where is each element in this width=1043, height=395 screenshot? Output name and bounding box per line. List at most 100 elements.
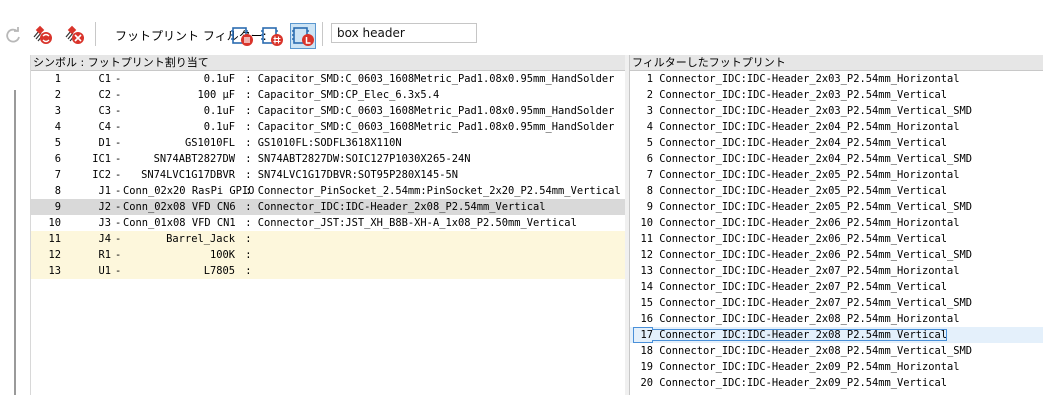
symbol-row-number: 1 xyxy=(54,73,61,85)
symbol-row[interactable]: 5 D1- GS1010FL : GS1010FL:SODFL3618X110N xyxy=(31,135,625,151)
symbol-value: SN74LVC1G17DBVR xyxy=(141,169,235,181)
footprint-row[interactable]: 12 Connector_IDC:IDC-Header_2x06_P2.54mm… xyxy=(630,247,1043,263)
footprint-row-content: 13 Connector_IDC:IDC-Header_2x07_P2.54mm… xyxy=(633,265,960,277)
footprint-name: Connector_IDC:IDC-Header_2x06_P2.54mm_Ho… xyxy=(659,217,960,229)
footprint-row[interactable]: 4 Connector_IDC:IDC-Header_2x04_P2.54mm_… xyxy=(630,119,1043,135)
footprint-row[interactable]: 14 Connector_IDC:IDC-Header_2x07_P2.54mm… xyxy=(630,279,1043,295)
symbols-panel-title: シンボル : フットプリント割り当て xyxy=(31,55,625,71)
symbol-value: L7805 xyxy=(203,265,235,277)
symbol-reference: C2 xyxy=(98,89,111,101)
footprint-row-content: 18 Connector_IDC:IDC-Header_2x08_P2.54mm… xyxy=(633,345,972,357)
symbol-row[interactable]: 12 R1-100K : xyxy=(31,247,625,263)
footprint-row[interactable]: 15 Connector_IDC:IDC-Header_2x07_P2.54mm… xyxy=(630,295,1043,311)
symbol-row[interactable]: 13 U1- L7805 : xyxy=(31,263,625,279)
assignment-separator: : xyxy=(239,121,258,133)
assignment-separator: : xyxy=(239,217,258,229)
symbol-row[interactable]: 7 IC2- SN74LVC1G17DBVR : SN74LVC1G17DBVR:S… xyxy=(31,167,625,183)
footprint-row[interactable]: 1 Connector_IDC:IDC-Header_2x03_P2.54mm_… xyxy=(630,71,1043,87)
footprint-row[interactable]: 13 Connector_IDC:IDC-Header_2x07_P2.54mm… xyxy=(630,263,1043,279)
footprint-filter-input[interactable] xyxy=(331,23,477,43)
footprint-row[interactable]: 6 Connector_IDC:IDC-Header_2x04_P2.54mm_… xyxy=(630,151,1043,167)
footprint-row[interactable]: 8 Connector_IDC:IDC-Header_2x05_P2.54mm_… xyxy=(630,183,1043,199)
assignment-separator: : xyxy=(239,185,258,197)
symbol-footprint-assignment: : xyxy=(239,263,251,279)
symbol-row[interactable]: 1 C1-0.1uF : Capacitor_SMD:C_0603_1608Met… xyxy=(31,71,625,87)
footprint-row[interactable]: 2 Connector_IDC:IDC-Header_2x03_P2.54mm_… xyxy=(630,87,1043,103)
symbol-list[interactable]: 1 C1-0.1uF : Capacitor_SMD:C_0603_1608Met… xyxy=(31,71,625,279)
footprint-name: Connector_IDC:IDC-Header_2x07_P2.54mm_Ho… xyxy=(659,265,960,277)
symbol-row[interactable]: 2 C2-100 µF : Capacitor_SMD:CP_Elec_6.3x5… xyxy=(31,87,625,103)
assigned-footprint: SN74LVC1G17DBVR:SOT95P280X145-5N xyxy=(257,169,458,181)
footprint-name: Connector_IDC:IDC-Header_2x07_P2.54mm_Ve… xyxy=(659,297,973,309)
footprint-row[interactable]: 16 Connector_IDC:IDC-Header_2x08_P2.54mm… xyxy=(630,311,1043,327)
assigned-footprint: Capacitor_SMD:C_0603_1608Metric_Pad1.08x… xyxy=(257,105,615,117)
footprint-row[interactable]: 19 Connector_IDC:IDC-Header_2x09_P2.54mm… xyxy=(630,359,1043,375)
footprint-row[interactable]: 9 Connector_IDC:IDC-Header_2x05_P2.54mm_… xyxy=(630,199,1043,215)
assigned-footprint: Connector_PinSocket_2.54mm:PinSocket_2x2… xyxy=(257,185,621,197)
symbol-reference: C4 xyxy=(98,121,111,133)
footprint-row[interactable]: 17 Connector_IDC:IDC-Header_2x08_P2.54mm… xyxy=(630,327,1043,343)
clear-assignments-icon[interactable] xyxy=(62,22,88,48)
auto-assign-icon[interactable] xyxy=(30,22,56,48)
symbol-value: 100K xyxy=(209,249,235,261)
symbol-footprint-assignment: : xyxy=(239,231,252,247)
footprint-row-number: 18 xyxy=(640,345,653,357)
footprint-name: Connector_IDC:IDC-Header_2x04_P2.54mm_Ho… xyxy=(659,121,960,133)
symbol-row-number: 2 xyxy=(54,89,61,101)
symbol-value: Conn_02x20 RasPi GPIO xyxy=(123,185,255,197)
symbol-row[interactable]: 11 J4- Barrel_Jack : xyxy=(31,231,625,247)
footprint-row-number: 19 xyxy=(640,361,653,373)
symbol-row[interactable]: 3 C3-0.1uF : Capacitor_SMD:C_0603_1608Met… xyxy=(31,103,625,119)
filter-by-keywords-icon[interactable] xyxy=(229,23,255,49)
symbol-reference: C1 xyxy=(98,73,111,85)
footprint-name: Connector_IDC:IDC-Header_2x07_P2.54mm_Ve… xyxy=(659,281,948,293)
symbol-row[interactable]: 8 J1- Conn_02x20 RasPi GPIO : Connector_Pi… xyxy=(31,183,625,199)
symbol-value: 0.1uF xyxy=(203,121,235,133)
symbol-row-number: 6 xyxy=(54,153,61,165)
symbol-row[interactable]: 6 IC1- SN74ABT2827DW : SN74ABT2827DW:SOIC1… xyxy=(31,151,625,167)
symbol-footprint-assignment: : Capacitor_SMD:C_0603_1608Metric_Pad1.0… xyxy=(239,119,614,135)
footprint-row-number: 7 xyxy=(646,169,653,181)
footprint-row-content: 3 Connector_IDC:IDC-Header_2x03_P2.54mm_… xyxy=(633,105,972,117)
footprint-name: Connector_IDC:IDC-Header_2x08_P2.54mm_Ve… xyxy=(659,345,973,357)
filter-by-library-icon[interactable] xyxy=(290,23,316,49)
footprint-row[interactable]: 3 Connector_IDC:IDC-Header_2x03_P2.54mm_… xyxy=(630,103,1043,119)
symbol-row[interactable]: 10 J3- Conn_01x08 VFD CN1 : Connector_JST:… xyxy=(31,215,625,231)
footprint-row-content: 14 Connector_IDC:IDC-Header_2x07_P2.54mm… xyxy=(633,281,947,293)
assignment-separator: : xyxy=(239,233,252,245)
footprint-name: Connector_IDC:IDC-Header_2x06_P2.54mm_Ve… xyxy=(659,233,948,245)
symbol-row-number: 7 xyxy=(54,169,61,181)
footprint-row[interactable]: 20 Connector_IDC:IDC-Header_2x09_P2.54mm… xyxy=(630,375,1043,391)
symbol-reference: D1 xyxy=(98,137,111,149)
footprint-row-number: 6 xyxy=(646,153,653,165)
symbol-value: 0.1uF xyxy=(203,73,235,85)
assignment-separator: : xyxy=(239,153,258,165)
symbol-row[interactable]: 9 J2- Conn_02x08 VFD CN6 : Connector_IDC:I… xyxy=(31,199,625,215)
footprint-name: Connector_IDC:IDC-Header_2x05_P2.54mm_Ho… xyxy=(659,169,960,181)
symbol-row-number: 4 xyxy=(54,121,61,133)
filter-by-pin-count-icon[interactable] xyxy=(259,23,285,49)
symbol-reference: U1 xyxy=(98,265,111,277)
symbol-row-number: 9 xyxy=(54,201,61,213)
footprint-row[interactable]: 10 Connector_IDC:IDC-Header_2x06_P2.54mm… xyxy=(630,215,1043,231)
symbol-footprint-assignment: : GS1010FL:SODFL3618X110N xyxy=(239,135,401,151)
footprint-name: Connector_IDC:IDC-Header_2x03_P2.54mm_Ve… xyxy=(659,105,973,117)
footprints-panel-title: フィルターしたフットプリント xyxy=(630,55,1043,71)
symbol-reference: R1 xyxy=(98,249,111,261)
footprint-row[interactable]: 5 Connector_IDC:IDC-Header_2x04_P2.54mm_… xyxy=(630,135,1043,151)
footprint-row-content: 11 Connector_IDC:IDC-Header_2x06_P2.54mm… xyxy=(633,233,947,245)
toolbar-separator xyxy=(95,22,96,46)
footprint-row[interactable]: 18 Connector_IDC:IDC-Header_2x08_P2.54mm… xyxy=(630,343,1043,359)
footprint-row[interactable]: 11 Connector_IDC:IDC-Header_2x06_P2.54mm… xyxy=(630,231,1043,247)
assignment-separator: : xyxy=(239,249,252,261)
redo-icon[interactable] xyxy=(0,22,26,48)
assigned-footprint: Capacitor_SMD:C_0603_1608Metric_Pad1.08x… xyxy=(257,73,615,85)
footprint-row-content: 15 Connector_IDC:IDC-Header_2x07_P2.54mm… xyxy=(633,297,972,309)
footprint-list[interactable]: 1 Connector_IDC:IDC-Header_2x03_P2.54mm_… xyxy=(630,71,1043,391)
symbol-row[interactable]: 4 C4-0.1uF : Capacitor_SMD:C_0603_1608Met… xyxy=(31,119,625,135)
footprint-row[interactable]: 7 Connector_IDC:IDC-Header_2x05_P2.54mm_… xyxy=(630,167,1043,183)
footprint-name: Connector_IDC:IDC-Header_2x05_P2.54mm_Ve… xyxy=(659,201,973,213)
symbol-reference: IC1 xyxy=(92,153,111,165)
assignment-separator: : xyxy=(239,73,258,85)
symbol-row-number: 8 xyxy=(54,185,61,197)
